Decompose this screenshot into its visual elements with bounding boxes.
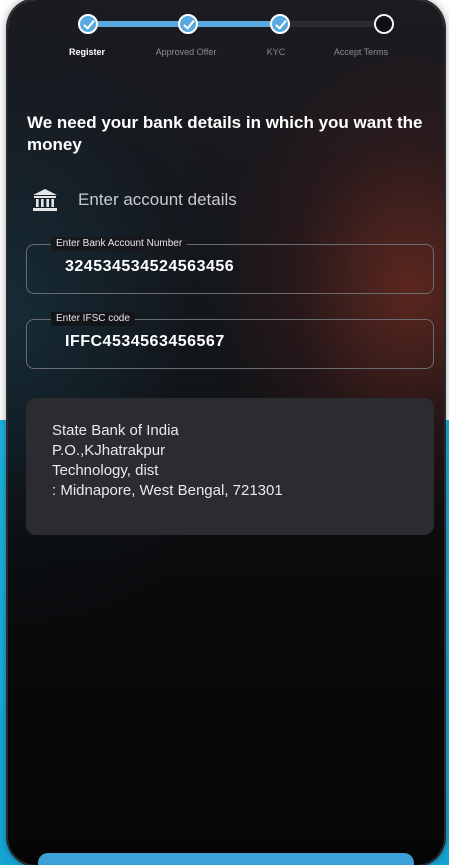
bank-address-line-3: : Midnapore, West Bengal, 721301 [52, 482, 283, 499]
step-label-register: Register [68, 47, 106, 57]
bank-address-line-2: Technology, dist [52, 462, 159, 479]
step-kyc-check-icon [270, 14, 290, 34]
account-number-label: Enter Bank Account Number [51, 237, 188, 251]
account-number-field[interactable]: Enter Bank Account Number 32453453452456… [26, 237, 434, 294]
continue-button[interactable] [38, 853, 414, 865]
progress-stepper: Register Approved Offer KYC Accept Terms [8, 0, 444, 70]
ifsc-code-value[interactable]: IFFC4534563456567 [65, 333, 225, 351]
step-accept-terms-circle-icon [374, 14, 394, 34]
stepper-track-pending [288, 21, 384, 27]
step-label-approved-offer: Approved Offer [155, 47, 217, 57]
account-number-value[interactable]: 324534534524563456 [65, 258, 234, 276]
section-header: Enter account details [32, 186, 237, 214]
bank-address-line-1: P.O.,KJhatrakpur [52, 442, 166, 459]
ifsc-code-label: Enter IFSC code [51, 312, 135, 326]
screen: Register Approved Offer KYC Accept Terms… [0, 0, 449, 865]
step-label-accept-terms: Accept Terms [333, 47, 389, 57]
ifsc-code-field[interactable]: Enter IFSC code IFFC4534563456567 [26, 312, 434, 369]
bank-icon [33, 189, 57, 211]
phone-frame: Register Approved Offer KYC Accept Terms… [8, 0, 444, 865]
bank-name: State Bank of India [52, 422, 179, 439]
step-register-check-icon [78, 14, 98, 34]
section-title: Enter account details [78, 190, 237, 209]
step-approved-offer-check-icon [178, 14, 198, 34]
page-heading: We need your bank details in which you w… [27, 113, 423, 154]
step-label-kyc: KYC [266, 47, 286, 57]
bank-address-card: State Bank of India P.O.,KJhatrakpur Tec… [26, 398, 434, 535]
